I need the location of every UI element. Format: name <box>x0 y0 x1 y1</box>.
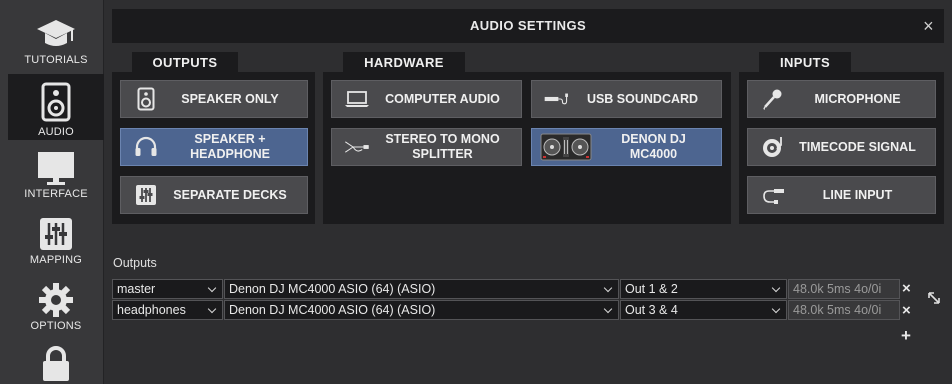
denon-dj-mc4000-button[interactable]: DENON DJ MC4000 <box>531 128 722 166</box>
speaker-icon <box>34 80 78 124</box>
line-input-button[interactable]: LINE INPUT <box>747 176 936 214</box>
speaker-icon <box>133 86 159 112</box>
sidebar-item-interface[interactable]: INTERFACE <box>8 140 104 202</box>
separate-decks-button[interactable]: SEPARATE DECKS <box>120 176 308 214</box>
window-titlebar: AUDIO SETTINGS × <box>112 9 944 43</box>
sidebar-item-options[interactable]: OPTIONS <box>8 272 104 334</box>
device-info: 48.0k 5ms 4o/0i <box>788 279 900 299</box>
sidebar-item-audio[interactable]: AUDIO <box>8 74 104 140</box>
button-label: STEREO TO MONO SPLITTER <box>385 132 500 161</box>
sidebar-item-label: OPTIONS <box>30 320 82 332</box>
sidebar-item-lock[interactable] <box>8 338 104 384</box>
device-select[interactable]: Denon DJ MC4000 ASIO (64) (ASIO) <box>224 300 619 320</box>
sidebar-item-mapping[interactable]: MAPPING <box>8 206 104 268</box>
mixer-icon <box>133 182 159 208</box>
graduation-cap-icon <box>34 12 78 56</box>
sidebar-item-label: INTERFACE <box>24 188 88 200</box>
dj-controller-icon <box>540 133 592 161</box>
device-select[interactable]: Denon DJ MC4000 ASIO (64) (ASIO) <box>224 279 619 299</box>
splitter-cable-icon <box>344 134 370 160</box>
headphones-icon <box>133 134 159 160</box>
computer-audio-button[interactable]: COMPUTER AUDIO <box>331 80 522 118</box>
ports-select[interactable]: Out 3 & 4 <box>620 300 787 320</box>
add-row-button[interactable]: + <box>901 326 911 346</box>
remove-row-button[interactable]: × <box>902 280 911 297</box>
window-title: AUDIO SETTINGS <box>469 18 587 33</box>
microphone-button[interactable]: MICROPHONE <box>747 80 936 118</box>
microphone-icon <box>760 86 786 112</box>
channel-select[interactable]: master <box>112 279 223 299</box>
audio-settings-window: TUTORIALS AUDIO INTERFACE MAPPING OPTION… <box>0 0 952 384</box>
remove-row-button[interactable]: × <box>902 302 911 319</box>
cable-jack-icon <box>760 182 786 208</box>
usb-soundcard-icon <box>544 86 570 112</box>
device-info: 48.0k 5ms 4o/0i <box>788 300 900 320</box>
button-label: SEPARATE DECKS <box>173 187 287 202</box>
speaker-only-button[interactable]: SPEAKER ONLY <box>120 80 308 118</box>
inputs-section-title: INPUTS <box>759 52 851 72</box>
turntable-icon <box>760 134 786 160</box>
button-label: SPEAKER ONLY <box>181 91 279 106</box>
speaker-headphone-button[interactable]: SPEAKER + HEADPHONE <box>120 128 308 166</box>
table-row: headphones Denon DJ MC4000 ASIO (64) (AS… <box>112 300 901 320</box>
sidebar-item-label: MAPPING <box>29 254 83 266</box>
timecode-signal-button[interactable]: TIMECODE SIGNAL <box>747 128 936 166</box>
button-label: LINE INPUT <box>822 187 893 202</box>
button-label: USB SOUNDCARD <box>586 91 699 106</box>
button-label: TIMECODE SIGNAL <box>799 139 916 154</box>
sidebar: TUTORIALS AUDIO INTERFACE MAPPING OPTION… <box>0 0 104 384</box>
button-label: DENON DJ MC4000 <box>621 132 686 161</box>
ports-select[interactable]: Out 1 & 2 <box>620 279 787 299</box>
outputs-table-label: Outputs <box>113 256 157 270</box>
sidebar-item-label: AUDIO <box>38 126 74 138</box>
sidebar-item-label: TUTORIALS <box>24 54 88 66</box>
swap-arrows-icon[interactable] <box>926 290 942 306</box>
button-label: SPEAKER + HEADPHONE <box>190 132 270 161</box>
laptop-icon <box>344 86 370 112</box>
stereo-to-mono-splitter-button[interactable]: STEREO TO MONO SPLITTER <box>331 128 522 166</box>
outputs-section-title: OUTPUTS <box>132 52 238 72</box>
sidebar-item-tutorials[interactable]: TUTORIALS <box>8 6 104 68</box>
table-row: master Denon DJ MC4000 ASIO (64) (ASIO) … <box>112 279 901 299</box>
lock-icon <box>34 344 78 384</box>
usb-soundcard-button[interactable]: USB SOUNDCARD <box>531 80 722 118</box>
button-label: COMPUTER AUDIO <box>385 91 500 106</box>
hardware-section-title: HARDWARE <box>343 52 465 72</box>
channel-select[interactable]: headphones <box>112 300 223 320</box>
monitor-icon <box>34 146 78 190</box>
gear-icon <box>34 278 78 322</box>
sliders-icon <box>34 212 78 256</box>
close-button[interactable]: × <box>923 9 934 43</box>
button-label: MICROPHONE <box>814 91 901 106</box>
